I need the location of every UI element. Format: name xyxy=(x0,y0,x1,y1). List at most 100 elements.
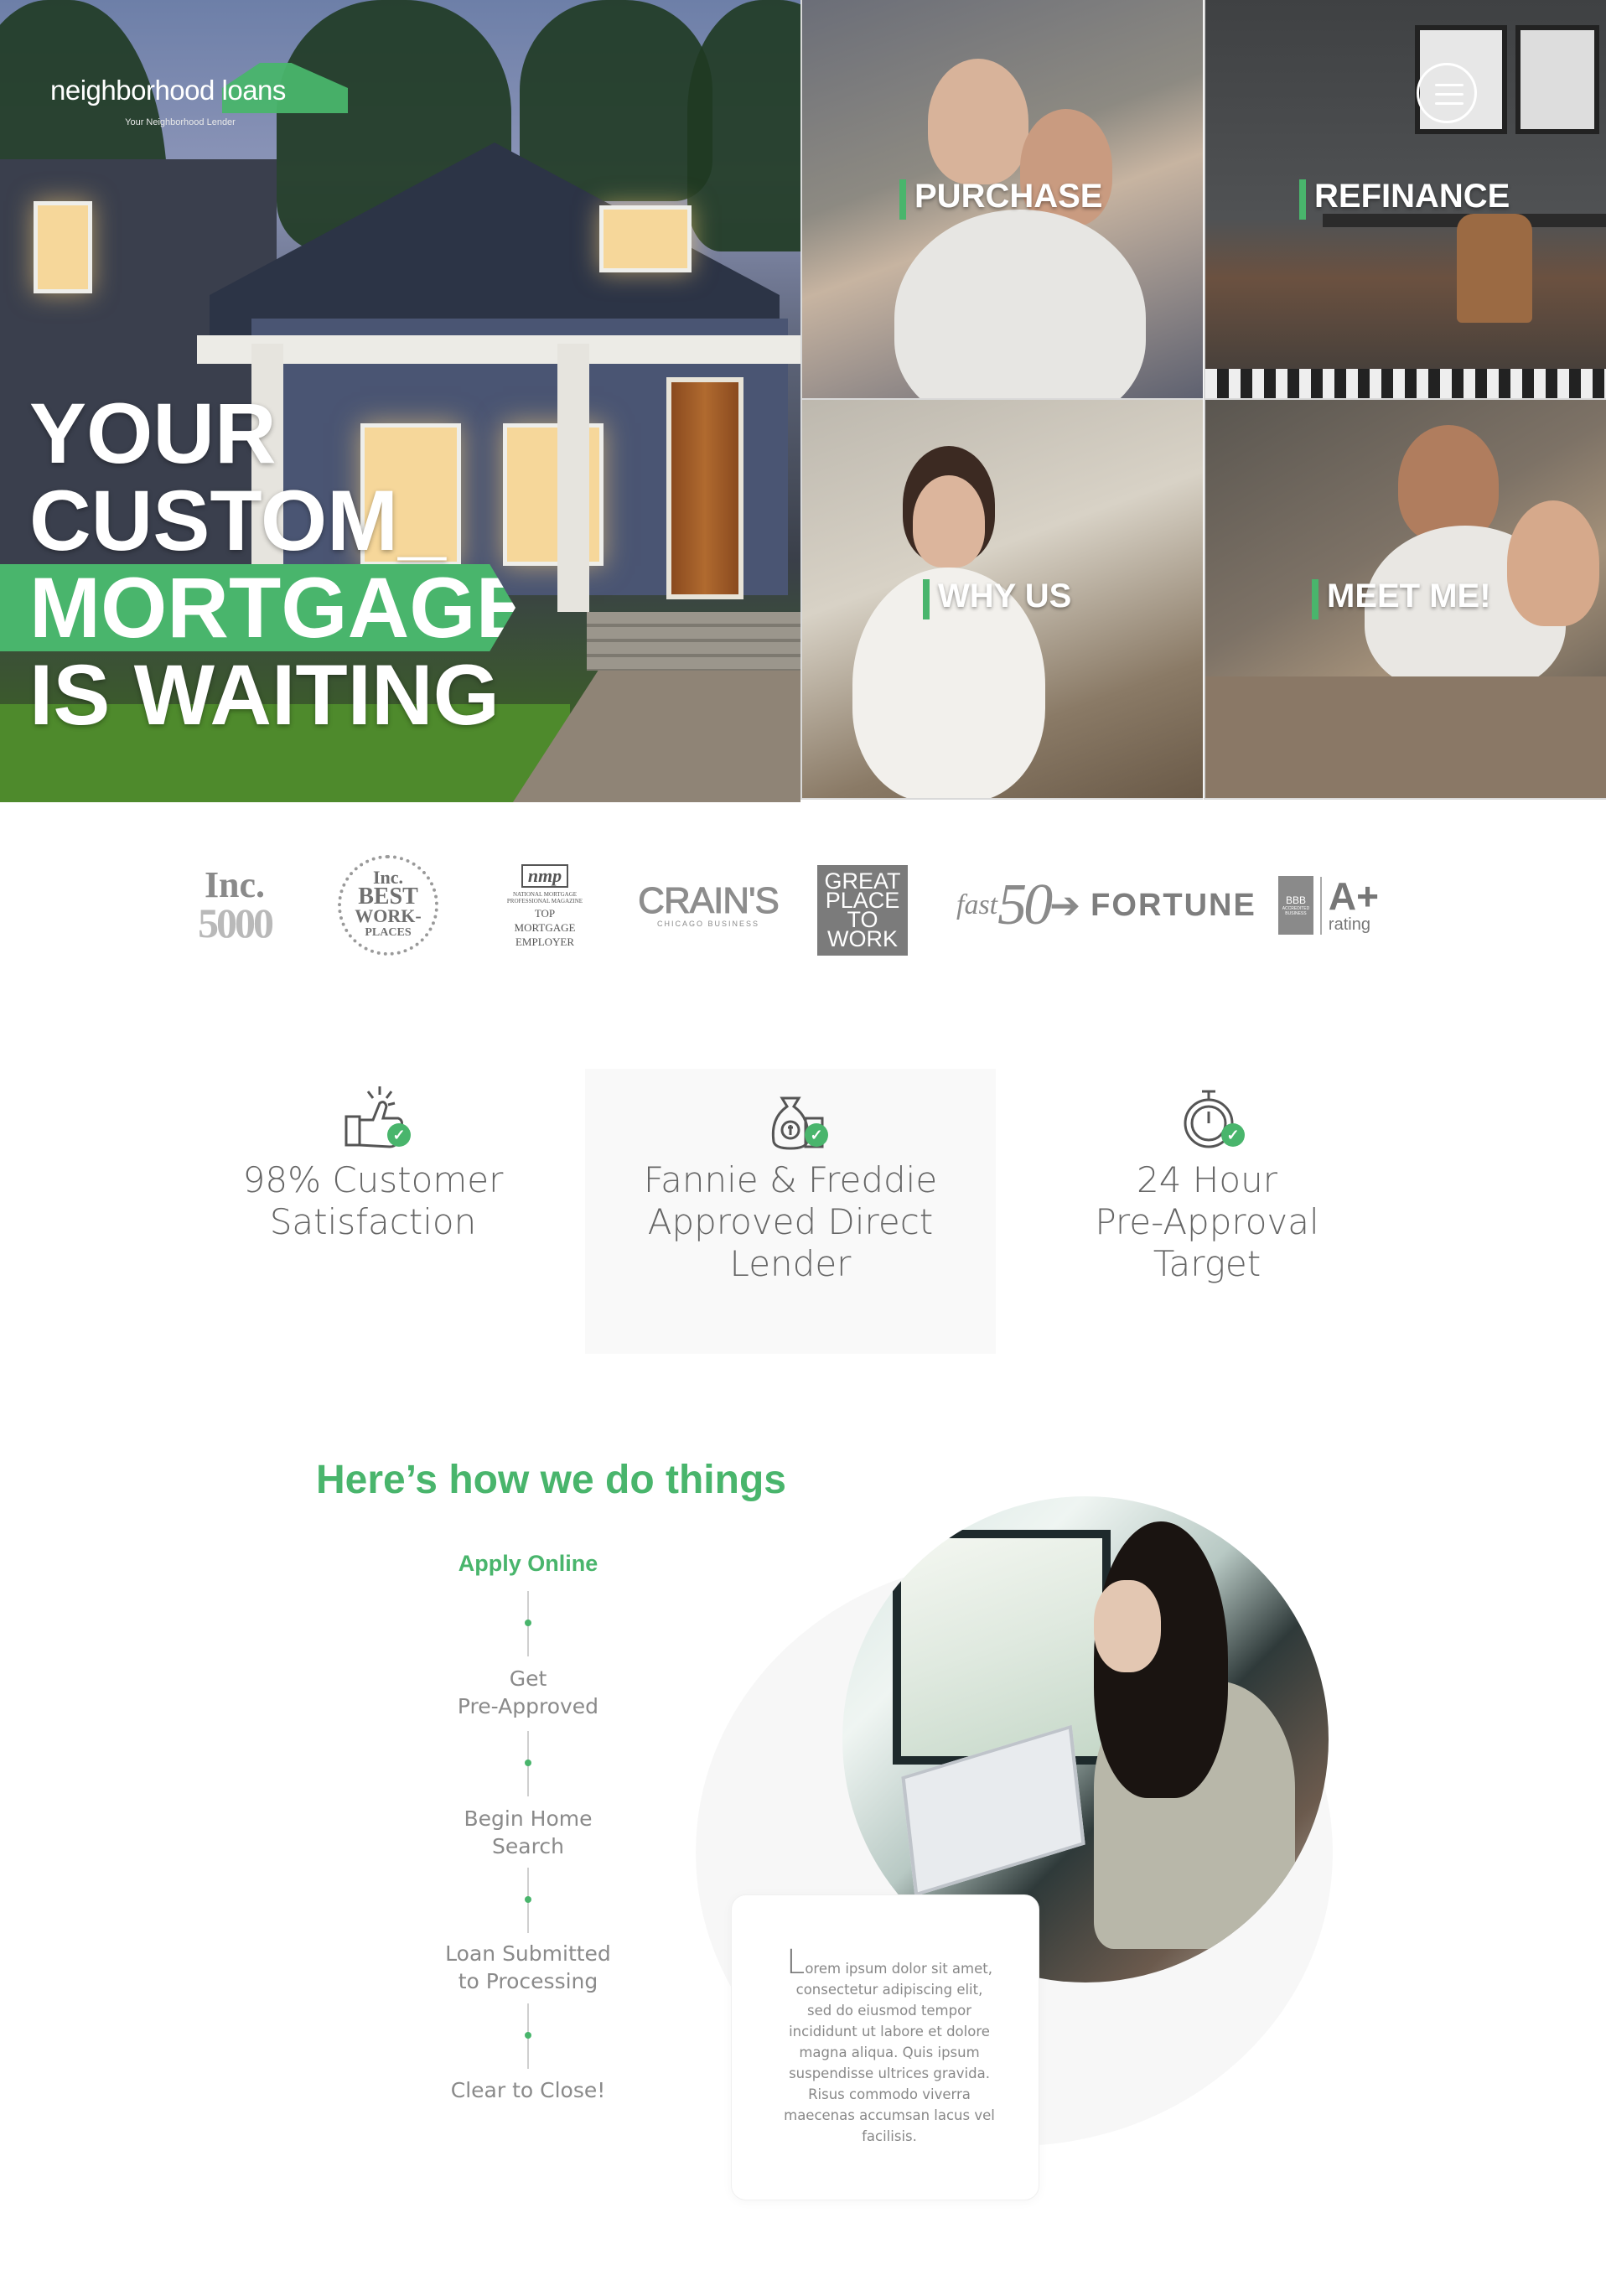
step-label: Get xyxy=(509,1666,547,1691)
step-label: to Processing xyxy=(458,1969,598,1993)
tile-refinance[interactable]: REFINANCE xyxy=(1204,0,1606,400)
gptw-line: WORK xyxy=(827,926,898,951)
step-label: Begin Home xyxy=(464,1806,593,1831)
step-get-pre-approved[interactable]: Get Pre-Approved xyxy=(402,1665,654,1720)
fast-50-number: 50 xyxy=(997,873,1053,937)
step-label: Search xyxy=(492,1834,564,1858)
tile-meet-me[interactable]: MEET ME! xyxy=(1204,400,1606,800)
porch-stairs xyxy=(587,612,800,671)
feature-text: 24 Hour Pre-Approval Target xyxy=(1002,1159,1412,1285)
hamburger-icon xyxy=(1435,93,1464,96)
thumbs-up-icon: ✓ xyxy=(339,1081,415,1157)
feature-text: Fannie & Freddie Approved Direct Lender xyxy=(585,1159,996,1285)
bbb-rating-logo: BBB ACCREDITED BUSINESS A+ rating xyxy=(1278,855,1379,956)
hamburger-icon xyxy=(1435,84,1464,86)
step-loan-submitted[interactable]: Loan Submitted to Processing xyxy=(402,1940,654,1995)
table xyxy=(1205,676,1606,798)
person-photo xyxy=(913,475,985,568)
nmp-mark: nmp xyxy=(521,863,569,888)
hero-headline: YOUR CUSTOM_ MORTGAGE IS WAITING xyxy=(0,390,520,739)
crains-text: CRAIN'S xyxy=(638,880,780,921)
tree-shape xyxy=(520,0,712,201)
tile-purchase[interactable]: PURCHASE xyxy=(800,0,1203,400)
feature-pre-approval: ✓ 24 Hour Pre-Approval Target xyxy=(1002,1069,1412,1354)
hero-section: neighborhood loans Your Neighborhood Len… xyxy=(0,0,1606,802)
step-label: Pre-Approved xyxy=(457,1694,599,1718)
person-photo xyxy=(1398,425,1499,542)
feature-line: Approved Direct xyxy=(647,1201,934,1242)
tile-label-purchase: PURCHASE xyxy=(899,178,1102,220)
person-photo xyxy=(894,210,1146,398)
step-connector xyxy=(525,2003,531,2069)
money-bag-icon: ✓ xyxy=(757,1081,832,1157)
feature-customer-satisfaction: ✓ 98% Customer Satisfaction xyxy=(168,1069,578,1354)
fortune-logo: FORTUNE xyxy=(1091,887,1256,923)
drop-cap: L xyxy=(786,1943,806,1982)
feature-line: 24 Hour xyxy=(1137,1159,1277,1200)
step-clear-to-close[interactable]: Clear to Close! xyxy=(402,2076,654,2104)
nmp-subtitle: NATIONAL MORTGAGE PROFESSIONAL MAGAZINE xyxy=(506,890,583,904)
hero-line-2: CUSTOM_ xyxy=(29,473,446,568)
check-icon: ✓ xyxy=(387,1123,411,1147)
best-line: WORK- xyxy=(355,905,422,926)
nmp-top-employer-logo: nmp NATIONAL MORTGAGE PROFESSIONAL MAGAZ… xyxy=(499,855,591,956)
bbb-rating-label: rating xyxy=(1328,915,1370,934)
feature-line: 98% Customer xyxy=(242,1159,504,1200)
feature-line: Satisfaction xyxy=(269,1201,477,1242)
check-icon: ✓ xyxy=(1221,1123,1245,1147)
person-shape xyxy=(1094,1580,1161,1672)
window-shape xyxy=(893,1530,1111,1765)
nmp-line: TOP xyxy=(534,906,556,920)
hero-line-1: YOUR xyxy=(29,386,277,481)
nmp-line: EMPLOYER xyxy=(515,935,575,948)
hero-line-3-highlight: MORTGAGE xyxy=(0,564,515,651)
tile-why-us[interactable]: WHY US xyxy=(800,400,1203,800)
menu-button[interactable] xyxy=(1417,63,1477,123)
info-card-text: orem ipsum dolor sit amet, consectetur a… xyxy=(784,1961,995,2144)
wall-art xyxy=(1515,25,1599,134)
best-line: PLACES xyxy=(365,926,412,939)
check-icon: ✓ xyxy=(805,1123,828,1147)
bbb-seal-icon: BBB ACCREDITED BUSINESS xyxy=(1278,876,1313,935)
awards-bar: Inc. 5000 Inc. BEST WORK- PLACES nmp NAT… xyxy=(180,855,1379,981)
inc-logo-text: Inc. xyxy=(204,864,266,905)
front-door xyxy=(666,377,743,599)
feature-line: Fannie & Freddie xyxy=(643,1159,938,1200)
step-label: Loan Submitted xyxy=(445,1941,611,1966)
feature-line: Target xyxy=(1153,1243,1261,1284)
inc-5000-text: 5000 xyxy=(198,899,274,946)
fast-text: fast xyxy=(956,889,998,920)
tile-label-why-us: WHY US xyxy=(923,578,1071,619)
hamburger-icon xyxy=(1435,102,1464,105)
step-connector xyxy=(525,1591,531,1656)
nmp-line: MORTGAGE xyxy=(514,920,576,934)
fast-50-logo: fast 50 ➔ xyxy=(956,855,1081,956)
step-apply-online[interactable]: Apply Online xyxy=(402,1550,654,1578)
hero-line-4: IS WAITING xyxy=(29,647,500,743)
person-photo xyxy=(1507,500,1599,626)
feature-line: Pre-Approval xyxy=(1095,1201,1319,1242)
brand-logo[interactable]: neighborhood loans Your Neighborhood Len… xyxy=(50,63,348,138)
logo-tagline: Your Neighborhood Lender xyxy=(125,117,236,127)
house-window xyxy=(599,205,692,272)
feature-line: Lender xyxy=(729,1243,852,1284)
bbb-seal-subtitle: ACCREDITED BUSINESS xyxy=(1282,906,1310,916)
crains-subtitle: CHICAGO BUSINESS xyxy=(656,920,760,928)
feature-text: 98% Customer Satisfaction xyxy=(168,1159,578,1243)
inc-best-workplaces-logo: Inc. BEST WORK- PLACES xyxy=(338,855,438,956)
person-photo xyxy=(928,59,1028,184)
bbb-rating: A+ rating xyxy=(1319,873,1379,935)
chair xyxy=(1457,214,1532,323)
section-title: Here’s how we do things xyxy=(316,1458,786,1502)
crains-logo: CRAIN'S CHICAGO BUSINESS xyxy=(637,855,780,956)
porch-column xyxy=(557,344,589,612)
stopwatch-icon: ✓ xyxy=(1173,1081,1249,1157)
tile-label-meet-me: MEET ME! xyxy=(1312,578,1491,619)
inc-5000-logo: Inc. 5000 xyxy=(180,855,289,956)
step-label: Apply Online xyxy=(458,1551,598,1576)
step-begin-home-search[interactable]: Begin Home Search xyxy=(402,1805,654,1860)
arrow-right-icon: ➔ xyxy=(1049,884,1080,926)
tile-label-refinance: REFINANCE xyxy=(1299,178,1510,220)
bbb-grade: A+ xyxy=(1328,873,1379,918)
house-window xyxy=(34,201,92,293)
